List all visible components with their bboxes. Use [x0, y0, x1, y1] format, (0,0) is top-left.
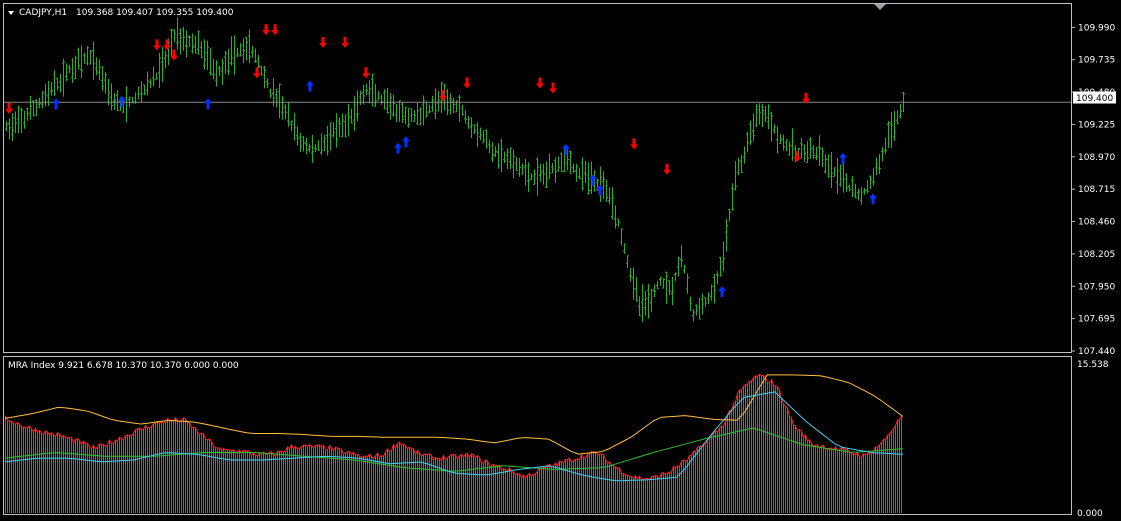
- chart-ohlc: 109.368 109.407 109.355 109.400: [76, 8, 234, 18]
- price-tick-label: 108.460: [1078, 218, 1115, 228]
- indicator-bottom-label: 0.000: [1077, 509, 1103, 519]
- price-tick-label: 108.205: [1078, 250, 1115, 260]
- price-tick-label: 107.950: [1078, 282, 1115, 292]
- price-tick-label: 108.970: [1078, 153, 1115, 163]
- chart-window: 109.990109.735109.480109.225108.970108.7…: [0, 0, 1121, 521]
- chart-symbol: CADJPY,H1: [19, 8, 67, 18]
- price-tick-label: 109.225: [1078, 120, 1115, 130]
- price-tick-label: 107.440: [1078, 347, 1115, 357]
- chart-background: [0, 0, 1121, 521]
- price-tick-label: 108.715: [1078, 185, 1115, 195]
- price-tick-label: 107.695: [1078, 315, 1115, 325]
- indicator-header: MRA Index 9.921 6.678 10.370 10.370 0.00…: [8, 361, 239, 371]
- current-price-label: 109.400: [1076, 94, 1113, 104]
- price-tick-label: 109.735: [1078, 56, 1115, 66]
- indicator-top-label: 15.538: [1077, 360, 1109, 370]
- price-tick-label: 109.990: [1078, 23, 1115, 33]
